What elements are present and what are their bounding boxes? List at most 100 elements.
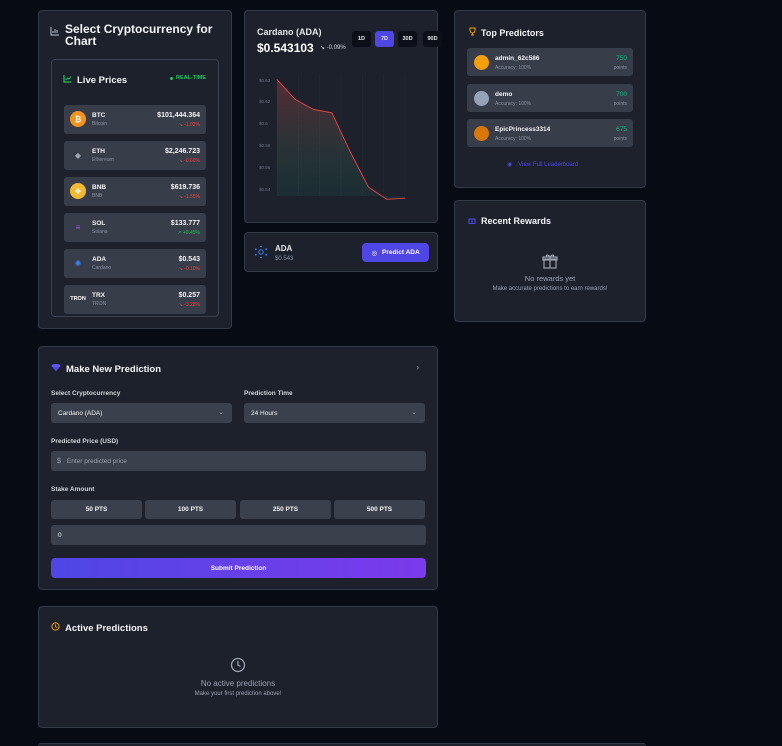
time-select[interactable]: 24 Hours ⌄	[244, 403, 425, 423]
no-active-title: No active predictions	[200, 679, 276, 688]
dollar-icon: $	[57, 457, 61, 465]
stake-amount-input[interactable]: 0	[51, 525, 426, 545]
sol-logo-icon: ≡	[70, 219, 86, 235]
clock-small-icon	[51, 622, 60, 634]
live-prices-box: Live Prices REAL-TIME ₿ BTC Bitcoin $101,44…	[51, 59, 219, 317]
coin-change-value: -0.10%	[184, 266, 200, 272]
stake-option-button[interactable]: 250 PTS	[240, 500, 331, 519]
coin-symbol: ADA	[92, 256, 107, 263]
y-tick-label: $0.56	[259, 165, 271, 170]
predictor-points-label: points	[613, 65, 627, 71]
data-point	[276, 79, 278, 80]
collapse-chevron-icon[interactable]: ›	[416, 363, 419, 372]
submit-prediction-button[interactable]: Submit Prediction	[51, 558, 426, 578]
trend-chart-icon	[63, 74, 72, 86]
select-crypto-header: Select Cryptocurrency for Chart	[50, 23, 225, 47]
predictor-name: admin_62c586	[495, 55, 540, 62]
predictor-points: 675	[616, 126, 627, 133]
coin-symbol: BTC	[92, 112, 106, 119]
data-point	[313, 109, 314, 110]
coin-name: Cardano	[92, 265, 112, 271]
top-predictors-title: Top Predictors	[481, 27, 544, 38]
coin-symbol: SOL	[92, 220, 106, 227]
coin-row-bnb[interactable]: ❖ BNB BNB $619.736 ↘ -1.55%	[64, 177, 206, 206]
stake-amount-label: Stake Amount	[51, 486, 95, 493]
make-prediction-title: Make New Prediction	[66, 363, 162, 375]
target-icon: ◎	[371, 249, 377, 257]
coin-name: BNB	[92, 193, 103, 199]
coin-row-btc[interactable]: ₿ BTC Bitcoin $101,444.364 ↘ -1.02%	[64, 105, 206, 134]
data-point	[331, 112, 333, 114]
coin-name: Ethereum	[92, 157, 114, 163]
coin-row-sol[interactable]: ≡ SOL Solana $133.777 ↗ +0.45%	[64, 213, 206, 242]
predicted-price-input[interactable]: $ Enter predicted price	[51, 451, 426, 471]
predictor-accuracy: Accuracy: 100%	[495, 65, 532, 71]
price-chart-card: Cardano (ADA) $0.543103 ↘ -0.09% 1D 7D 30D…	[244, 10, 442, 223]
selected-coin-name: ADA	[275, 244, 293, 253]
y-tick-label: $0.62	[259, 99, 271, 104]
avatar	[474, 126, 489, 141]
predicted-price-label: Predicted Price (USD)	[51, 438, 119, 445]
predictor-name: demo	[495, 91, 513, 98]
data-point	[386, 198, 388, 200]
coin-name: Solana	[92, 229, 108, 235]
coin-name: Bitcoin	[92, 121, 108, 127]
no-active-subtitle: Make your first prediction above!	[194, 691, 282, 697]
recent-rewards-title: Recent Rewards	[481, 216, 552, 226]
eye-icon: ◉	[507, 162, 513, 168]
make-prediction-card: Make New Prediction › Select Cryptocurre…	[38, 346, 438, 590]
predicted-price-placeholder: Enter predicted price	[66, 457, 127, 465]
coin-price: $133.777	[170, 220, 200, 227]
predictor-points: 750	[616, 55, 627, 62]
make-prediction-header: Make New Prediction	[51, 363, 161, 375]
live-dot-icon	[170, 76, 174, 80]
crypto-select[interactable]: Cardano (ADA) ⌄	[51, 403, 232, 423]
stake-option-button[interactable]: 500 PTS	[334, 500, 425, 519]
coin-row-trx[interactable]: TRON TRX TRON $0.257 ↘ -3.28%	[64, 285, 206, 314]
btc-logo-icon: ₿	[70, 111, 86, 127]
y-tick-label: $0.54	[259, 187, 271, 192]
coin-row-ada[interactable]: ✺ ADA Cardano $0.543 ↘ -0.10%	[64, 249, 206, 278]
coin-change: ↘ -1.02%	[179, 122, 200, 128]
predictor-accuracy: Accuracy: 100%	[495, 136, 532, 142]
coin-row-eth[interactable]: ◆ ETH Ethereum $2,246.723 ↘ -0.60%	[64, 141, 206, 170]
trx-logo-icon: TRON	[69, 291, 87, 307]
stake-option-button[interactable]: 100 PTS	[145, 500, 236, 519]
predictor-row[interactable]: EpicPrincess3314 Accuracy: 100% 675 points	[467, 119, 633, 147]
selected-coin-bar: ADA $0.543 ◎ Predict ADA	[244, 232, 438, 272]
data-point	[294, 99, 296, 100]
predictor-points-label: points	[613, 136, 627, 142]
no-rewards-title: No rewards yet	[524, 274, 576, 283]
predict-ada-button[interactable]: ◎ Predict ADA	[362, 243, 429, 262]
bnb-logo-icon: ❖	[70, 183, 86, 199]
coin-symbol: TRX	[92, 292, 105, 299]
crypto-select-label: Select Cryptocurrency	[51, 390, 121, 397]
view-leaderboard-link[interactable]: ◉ View Full Leaderboard	[507, 161, 578, 169]
stake-option-button[interactable]: 50 PTS	[51, 500, 142, 519]
recent-rewards-header: Recent Rewards	[468, 216, 551, 226]
top-predictors-card: Top Predictors admin_62c586 Accuracy: 100…	[454, 10, 646, 188]
y-tick-label: $0.58	[259, 143, 271, 148]
coin-change: ↘ -1.55%	[179, 194, 200, 200]
active-predictions-title: Active Predictions	[65, 622, 148, 634]
predictor-name: EpicPrincess3314	[495, 126, 551, 133]
coin-symbol: BNB	[92, 184, 107, 191]
active-predictions-card: Active Predictions No active predictions…	[38, 606, 438, 728]
selected-coin-price: $0.543	[275, 256, 294, 262]
select-crypto-title: Select Cryptocurrency for Chart	[65, 22, 213, 48]
coin-price: $619.736	[170, 184, 200, 191]
predictor-row[interactable]: admin_62c586 Accuracy: 100% 750 points	[467, 48, 633, 76]
y-tick-label: $0.63	[259, 78, 271, 83]
predictor-points: 700	[616, 91, 627, 98]
top-predictors-header: Top Predictors	[468, 27, 544, 38]
live-prices-label: Live Prices	[77, 74, 128, 86]
predictor-row[interactable]: demo Accuracy: 100% 700 points	[467, 84, 633, 112]
no-rewards-subtitle: Make accurate predictions to earn reward…	[492, 286, 608, 292]
clock-icon	[230, 657, 246, 678]
predict-ada-label: Predict ADA	[381, 249, 420, 256]
coin-change-value: -1.02%	[184, 122, 200, 128]
coin-change-value: +0.45%	[182, 230, 200, 236]
time-select-label: Prediction Time	[244, 390, 293, 397]
select-crypto-card: Select Cryptocurrency for Chart Live Pri…	[38, 10, 232, 329]
coin-price: $0.543	[178, 256, 200, 263]
